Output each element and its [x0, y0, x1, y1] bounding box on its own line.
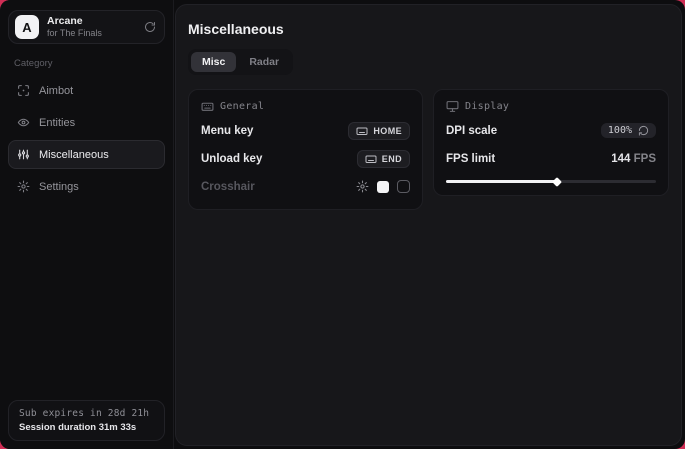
app-window: A Arcane for The Finals Category Aimbot [0, 0, 685, 449]
general-card: General Menu key HOME Unload key [188, 89, 423, 210]
keyboard-icon [201, 100, 214, 113]
sidebar-item-label: Entities [39, 117, 75, 129]
sidebar-item-label: Miscellaneous [39, 149, 109, 161]
crosshair-label: Crosshair [201, 181, 255, 193]
crosshair-scan-icon [17, 84, 30, 97]
brand-text: Arcane for The Finals [47, 15, 136, 38]
refresh-icon[interactable] [144, 21, 156, 33]
category-label: Category [14, 58, 161, 69]
dpi-scale-row: DPI scale 100% [446, 120, 656, 141]
keyboard-icon [356, 125, 368, 137]
menu-key-bind-button[interactable]: HOME [348, 122, 410, 140]
monitor-icon [446, 100, 459, 113]
fps-unit: FPS [634, 153, 656, 165]
unload-key-label: Unload key [201, 153, 262, 165]
brand-title: Arcane [47, 15, 136, 27]
menu-key-row: Menu key HOME [201, 120, 410, 141]
unload-key-bind-button[interactable]: END [357, 150, 410, 168]
crosshair-row: Crosshair [201, 176, 410, 197]
crosshair-color-swatch[interactable] [377, 181, 389, 193]
sidebar-item-entities[interactable]: Entities [8, 108, 165, 137]
brand-subtitle: for The Finals [47, 28, 136, 38]
main-panel: Miscellaneous Misc Radar General [175, 4, 682, 446]
display-card-header: Display [446, 100, 656, 113]
tab-bar: Misc Radar [188, 49, 293, 75]
sidebar-item-settings[interactable]: Settings [8, 172, 165, 201]
tab-misc[interactable]: Misc [191, 52, 236, 72]
fps-limit-label: FPS limit [446, 153, 495, 165]
keyboard-icon [365, 153, 377, 165]
menu-key-value: HOME [373, 126, 402, 136]
display-card-title: Display [465, 101, 509, 112]
fps-slider-fill [446, 180, 557, 183]
cards-row: General Menu key HOME Unload key [188, 89, 669, 210]
gear-icon [17, 180, 30, 193]
general-card-title: General [220, 101, 264, 112]
unload-key-value: END [382, 154, 402, 164]
fps-slider-thumb[interactable] [552, 177, 562, 187]
crosshair-controls [356, 180, 410, 193]
sub-expires-text: Sub expires in 28d 21h [19, 408, 154, 419]
dpi-scale-control[interactable]: 100% [601, 123, 656, 138]
sidebar: A Arcane for The Finals Category Aimbot [0, 0, 174, 449]
general-card-header: General [201, 100, 410, 113]
unload-key-row: Unload key END [201, 148, 410, 169]
brand-header: A Arcane for The Finals [8, 10, 165, 44]
entities-eye-icon [17, 116, 30, 129]
brand-logo: A [15, 15, 39, 39]
sidebar-item-aimbot[interactable]: Aimbot [8, 76, 165, 105]
dpi-scale-value: 100% [608, 125, 632, 136]
session-duration-text: Session duration 31m 33s [19, 422, 154, 433]
sidebar-item-miscellaneous[interactable]: Miscellaneous [8, 140, 165, 169]
subscription-info-box: Sub expires in 28d 21h Session duration … [8, 400, 165, 441]
fps-limit-value: 144 FPS [611, 153, 656, 165]
dpi-scale-label: DPI scale [446, 125, 497, 137]
display-card: Display DPI scale 100% FPS limit [433, 89, 669, 196]
tab-radar[interactable]: Radar [238, 52, 290, 72]
reset-icon[interactable] [638, 125, 649, 136]
crosshair-settings-gear-icon[interactable] [356, 180, 369, 193]
menu-key-label: Menu key [201, 125, 253, 137]
fps-number: 144 [611, 153, 630, 165]
sidebar-item-label: Settings [39, 181, 79, 193]
fps-limit-row: FPS limit 144 FPS [446, 148, 656, 169]
sidebar-item-label: Aimbot [39, 85, 73, 97]
sliders-icon [17, 148, 30, 161]
fps-limit-slider[interactable] [446, 180, 656, 183]
crosshair-checkbox[interactable] [397, 180, 410, 193]
page-title: Miscellaneous [188, 21, 669, 37]
